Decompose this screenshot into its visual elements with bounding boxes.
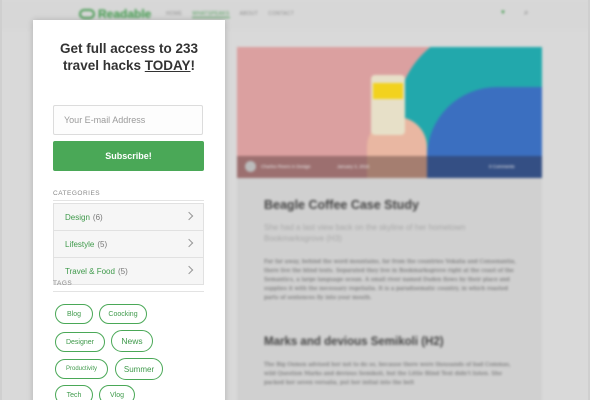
- tag-coocking[interactable]: Coocking: [99, 304, 147, 324]
- tag-tech[interactable]: Tech: [55, 385, 93, 400]
- article-paragraph: Far far away, behind the word mountains,…: [264, 259, 517, 301]
- category-item-design[interactable]: Design (6): [54, 204, 203, 231]
- tag-designer[interactable]: Designer: [55, 332, 105, 352]
- main-nav: HOME WHATSPEAKS ABOUT CONTACT: [166, 11, 294, 18]
- category-item-travel-food[interactable]: Travel & Food (5): [54, 258, 203, 284]
- article-subtitle: She had a last view back on the skyline …: [264, 223, 466, 243]
- category-item-lifestyle[interactable]: Lifestyle (5): [54, 231, 203, 258]
- nav-item-home[interactable]: HOME: [166, 11, 182, 18]
- chevron-right-icon: [184, 211, 194, 221]
- author-avatar: [245, 161, 256, 172]
- post-meta-bar: Charles Rivers in Design January 3, 2016…: [237, 156, 542, 178]
- category-list: Design (6) Lifestyle (5) Travel & Food (…: [53, 203, 204, 285]
- nav-item-contact[interactable]: CONTACT: [268, 11, 294, 18]
- popup-title-emphasis: TODAY: [144, 58, 191, 73]
- chevron-right-icon: [184, 265, 194, 275]
- tag-productivity[interactable]: Productivity: [55, 359, 108, 379]
- category-name: Travel & Food: [65, 266, 115, 276]
- categories-divider: [53, 200, 204, 201]
- popup-title: Get full access to 233 travel hacks TODA…: [33, 40, 225, 74]
- subscribe-button[interactable]: Subscribe!: [53, 141, 204, 171]
- email-field[interactable]: [53, 105, 203, 135]
- category-count: (5): [97, 239, 108, 249]
- post-author[interactable]: Charles Rivers in Design: [261, 164, 311, 169]
- tags-divider: [53, 291, 204, 292]
- tag-summer[interactable]: Summer: [115, 358, 163, 380]
- category-name: Lifestyle: [65, 239, 95, 249]
- tag-vlog[interactable]: Vlog: [99, 385, 135, 400]
- article-paragraph-2: The Big Oxmox advised her not to do so, …: [264, 362, 511, 386]
- nav-item-whatspeaks[interactable]: WHATSPEAKS: [192, 11, 230, 18]
- site-logo[interactable]: Readable: [79, 7, 151, 21]
- app-window: Readable HOME WHATSPEAKS ABOUT CONTACT ▼…: [0, 0, 590, 400]
- categories-heading: CATEGORIES: [53, 190, 101, 197]
- popup-title-line2: travel hacks: [62, 58, 141, 73]
- post-comments[interactable]: 0 Comments: [489, 164, 515, 169]
- tag-blog[interactable]: Blog: [55, 304, 93, 324]
- category-name: Design: [65, 212, 90, 222]
- category-count: (5): [117, 266, 128, 276]
- post-date: January 3, 2016: [337, 164, 370, 169]
- dropdown-arrow-icon[interactable]: ▼: [500, 10, 506, 16]
- category-count: (6): [92, 212, 103, 222]
- tags-heading: TAGS: [53, 280, 73, 287]
- popup-title-end: !: [190, 58, 196, 73]
- hero-coffee-cup: [371, 75, 405, 135]
- logo-text: Readable: [98, 7, 152, 21]
- search-icon[interactable]: ⌕: [524, 8, 528, 18]
- chevron-right-icon: [184, 238, 194, 248]
- tag-news[interactable]: News: [111, 330, 153, 352]
- popup-title-line1: Get full access to 233: [59, 41, 199, 56]
- logo-icon: [79, 9, 95, 19]
- nav-item-about[interactable]: ABOUT: [240, 11, 259, 18]
- article-heading: Marks and devious Semikoli (H2): [264, 336, 444, 348]
- subscribe-popup: Get full access to 233 travel hacks TODA…: [33, 20, 225, 400]
- article-title: Beagle Coffee Case Study: [264, 198, 419, 212]
- hero-image[interactable]: Charles Rivers in Design January 3, 2016…: [237, 47, 542, 178]
